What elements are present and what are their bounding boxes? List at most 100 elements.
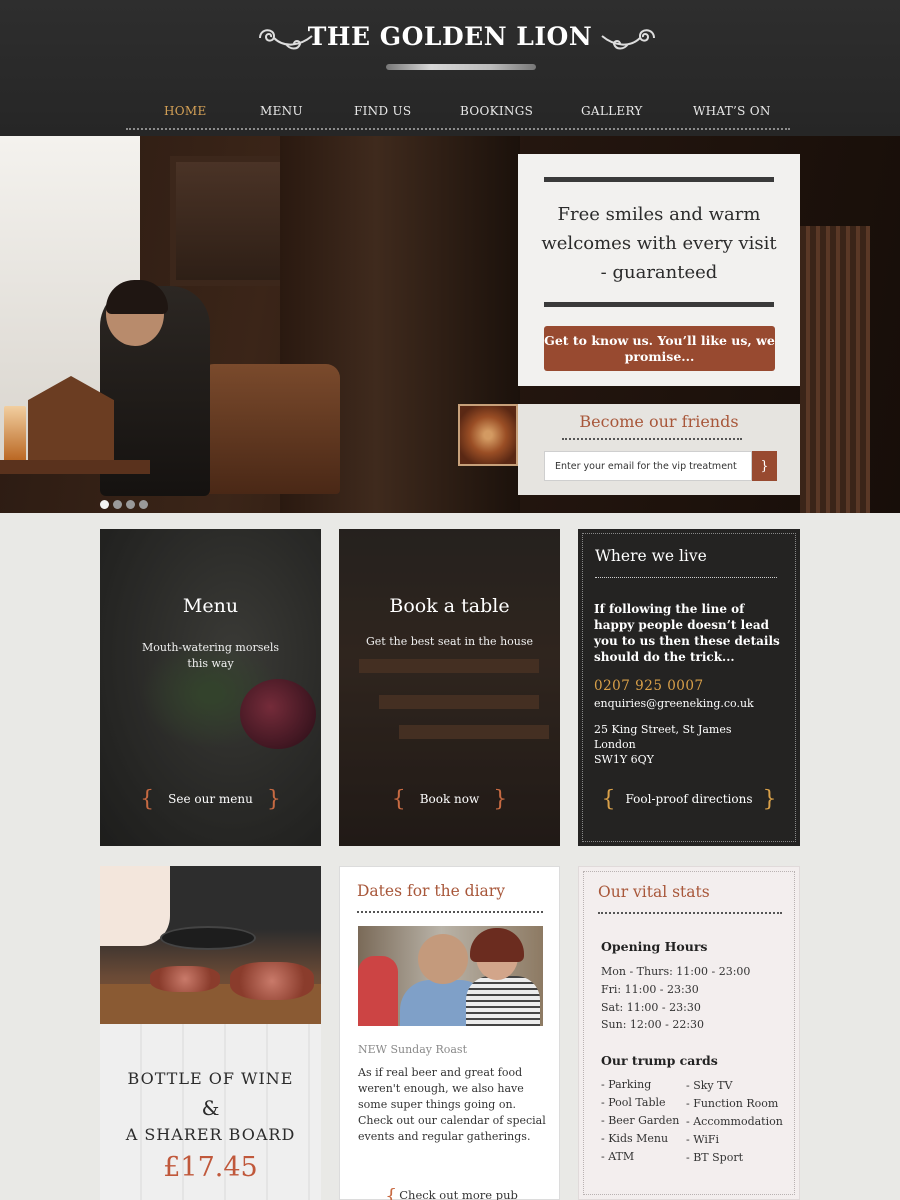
- diary-event-text: As if real beer and great food weren't e…: [358, 1066, 546, 1143]
- trump-list-right: - Sky TV - Function Room - Accommodation…: [686, 1077, 783, 1167]
- offer-price: £17.45: [163, 1152, 258, 1183]
- hero-column: [800, 226, 870, 513]
- newsletter-submit-button[interactable]: }: [752, 451, 777, 481]
- get-to-know-us-button[interactable]: Get to know us. You’ll like us, we promi…: [544, 326, 775, 371]
- newsletter-email-input[interactable]: [544, 451, 752, 481]
- wine-offer-card[interactable]: [100, 866, 321, 1200]
- offer-ampersand: &: [201, 1096, 220, 1120]
- email-address[interactable]: enquiries@greeneking.co.uk: [594, 697, 754, 710]
- address-line-3: SW1Y 6QY: [594, 753, 654, 766]
- vital-stats-card: Our vital stats Opening Hours Mon - Thur…: [578, 866, 800, 1200]
- newsletter-rule: [562, 438, 742, 440]
- more-happenings-label: Check out more pub happenings: [399, 1188, 518, 1200]
- nav-find-us[interactable]: FIND US: [354, 104, 411, 118]
- where-rule: [595, 577, 777, 578]
- stats-title: Our vital stats: [598, 883, 710, 901]
- slider-dot-2[interactable]: [113, 500, 122, 509]
- directions-label: Fool-proof directions: [625, 792, 753, 806]
- hero-leather-sofa: [200, 364, 340, 494]
- trump-list-left: - Parking - Pool Table - Beer Garden - K…: [601, 1076, 679, 1166]
- diary-card: Dates for the diary NEW Sunday Roast As …: [339, 866, 560, 1200]
- hours-line: Mon - Thurs: 11:00 - 23:00: [601, 965, 751, 978]
- where-we-live-card: Where we live If following the line of h…: [578, 529, 800, 846]
- slider-dot-1[interactable]: [100, 500, 109, 509]
- brace-right-icon: }: [266, 787, 281, 812]
- hero-table: [0, 460, 150, 474]
- offer-pan: [160, 926, 256, 950]
- hero-tagline: Free smiles and warm welcomes with every…: [541, 204, 777, 283]
- trump-item: - Accommodation: [686, 1115, 783, 1128]
- offer-line-2: A SHARER BOARD: [125, 1125, 296, 1144]
- brace-left-icon: {: [391, 787, 406, 812]
- photo-woman-hair: [470, 928, 524, 962]
- brace-right-icon: }: [493, 787, 508, 812]
- where-intro: If following the line of happy people do…: [594, 602, 780, 664]
- offer-meat-2: [230, 962, 314, 1000]
- main-nav: HOME MENU FIND US BOOKINGS GALLERY WHAT’…: [126, 96, 790, 130]
- slider-dot-4[interactable]: [139, 500, 148, 509]
- offer-photo: [100, 866, 321, 1024]
- diary-event-photo[interactable]: [358, 926, 543, 1026]
- flourish-right-icon: [601, 29, 655, 50]
- hero-beer-glass: [4, 406, 26, 462]
- phone-number[interactable]: 0207 925 0007: [594, 678, 704, 694]
- trump-item: - WiFi: [686, 1133, 719, 1146]
- trump-item: - Sky TV: [686, 1079, 733, 1092]
- more-happenings-link[interactable]: {Check out more pub happenings}: [340, 1185, 561, 1200]
- site-header: THE GOLDEN LION HOME MENU FIND US BOOKIN…: [0, 0, 900, 136]
- diary-event-title: NEW Sunday Roast: [358, 1043, 468, 1056]
- book-card[interactable]: Book a table Get the best seat in the ho…: [339, 529, 560, 846]
- tagline-top-rule: [544, 177, 774, 182]
- hero-tagline-box: Free smiles and warm welcomes with every…: [518, 154, 800, 386]
- trump-item: - Kids Menu: [601, 1132, 669, 1145]
- opening-hours-heading: Opening Hours: [601, 939, 708, 954]
- directions-link[interactable]: { Fool-proof directions}: [578, 787, 800, 812]
- diary-title: Dates for the diary: [357, 882, 505, 900]
- offer-line-1: BOTTLE OF WINE: [127, 1069, 294, 1088]
- photo-woman-body: [466, 976, 540, 1026]
- trump-item: - ATM: [601, 1150, 635, 1163]
- where-title: Where we live: [595, 547, 707, 565]
- hero-fireplace-tile: [458, 404, 518, 466]
- menu-card[interactable]: Menu Mouth-watering morsels this way { Se…: [100, 529, 321, 846]
- hours-line: Sat: 11:00 - 23:30: [601, 1001, 701, 1014]
- see-menu-link[interactable]: { See our menu}: [100, 787, 321, 812]
- slider-dots: [100, 494, 152, 513]
- hours-line: Sun: 12:00 - 22:30: [601, 1018, 705, 1031]
- see-menu-label: See our menu: [168, 792, 253, 806]
- nav-menu[interactable]: MENU: [260, 104, 303, 118]
- diary-rule: [357, 911, 543, 913]
- photo-man-head: [418, 934, 468, 984]
- trump-item: - Function Room: [686, 1097, 779, 1110]
- newsletter-title: Become our friends: [579, 412, 739, 431]
- trump-item: - BT Sport: [686, 1151, 744, 1164]
- address-line-2: London: [594, 738, 636, 751]
- brace-left-icon: {: [601, 787, 616, 812]
- trump-item: - Parking: [601, 1078, 652, 1091]
- tagline-bottom-rule: [544, 302, 774, 307]
- brace-left-icon: {: [140, 787, 155, 812]
- book-now-link[interactable]: { Book now}: [339, 787, 560, 812]
- nav-bookings[interactable]: BOOKINGS: [460, 104, 533, 118]
- trump-item: - Pool Table: [601, 1096, 666, 1109]
- photo-person-left: [358, 956, 398, 1026]
- site-logo[interactable]: THE GOLDEN LION: [0, 22, 900, 51]
- menu-card-subtitle: Mouth-watering morsels this way: [141, 641, 280, 670]
- address-line-1: 25 King Street, St James: [594, 723, 732, 736]
- nav-gallery[interactable]: GALLERY: [581, 104, 643, 118]
- book-card-subtitle: Get the best seat in the house: [365, 635, 534, 648]
- nav-home[interactable]: HOME: [164, 104, 207, 118]
- offer-chef-arm: [100, 866, 170, 946]
- hours-line: Fri: 11:00 - 23:30: [601, 983, 699, 996]
- brace-left-icon: {: [385, 1185, 398, 1200]
- trump-cards-heading: Our trump cards: [601, 1053, 718, 1068]
- offer-meat-1: [150, 966, 220, 992]
- stats-rule: [598, 912, 782, 914]
- trump-item: - Beer Garden: [601, 1114, 680, 1127]
- menu-card-title: Menu: [182, 595, 239, 617]
- nav-whats-on[interactable]: WHAT’S ON: [693, 104, 771, 118]
- brace-right-icon: }: [762, 787, 777, 812]
- book-now-label: Book now: [419, 792, 480, 806]
- newsletter-box: Become our friends }: [518, 404, 800, 495]
- slider-dot-3[interactable]: [126, 500, 135, 509]
